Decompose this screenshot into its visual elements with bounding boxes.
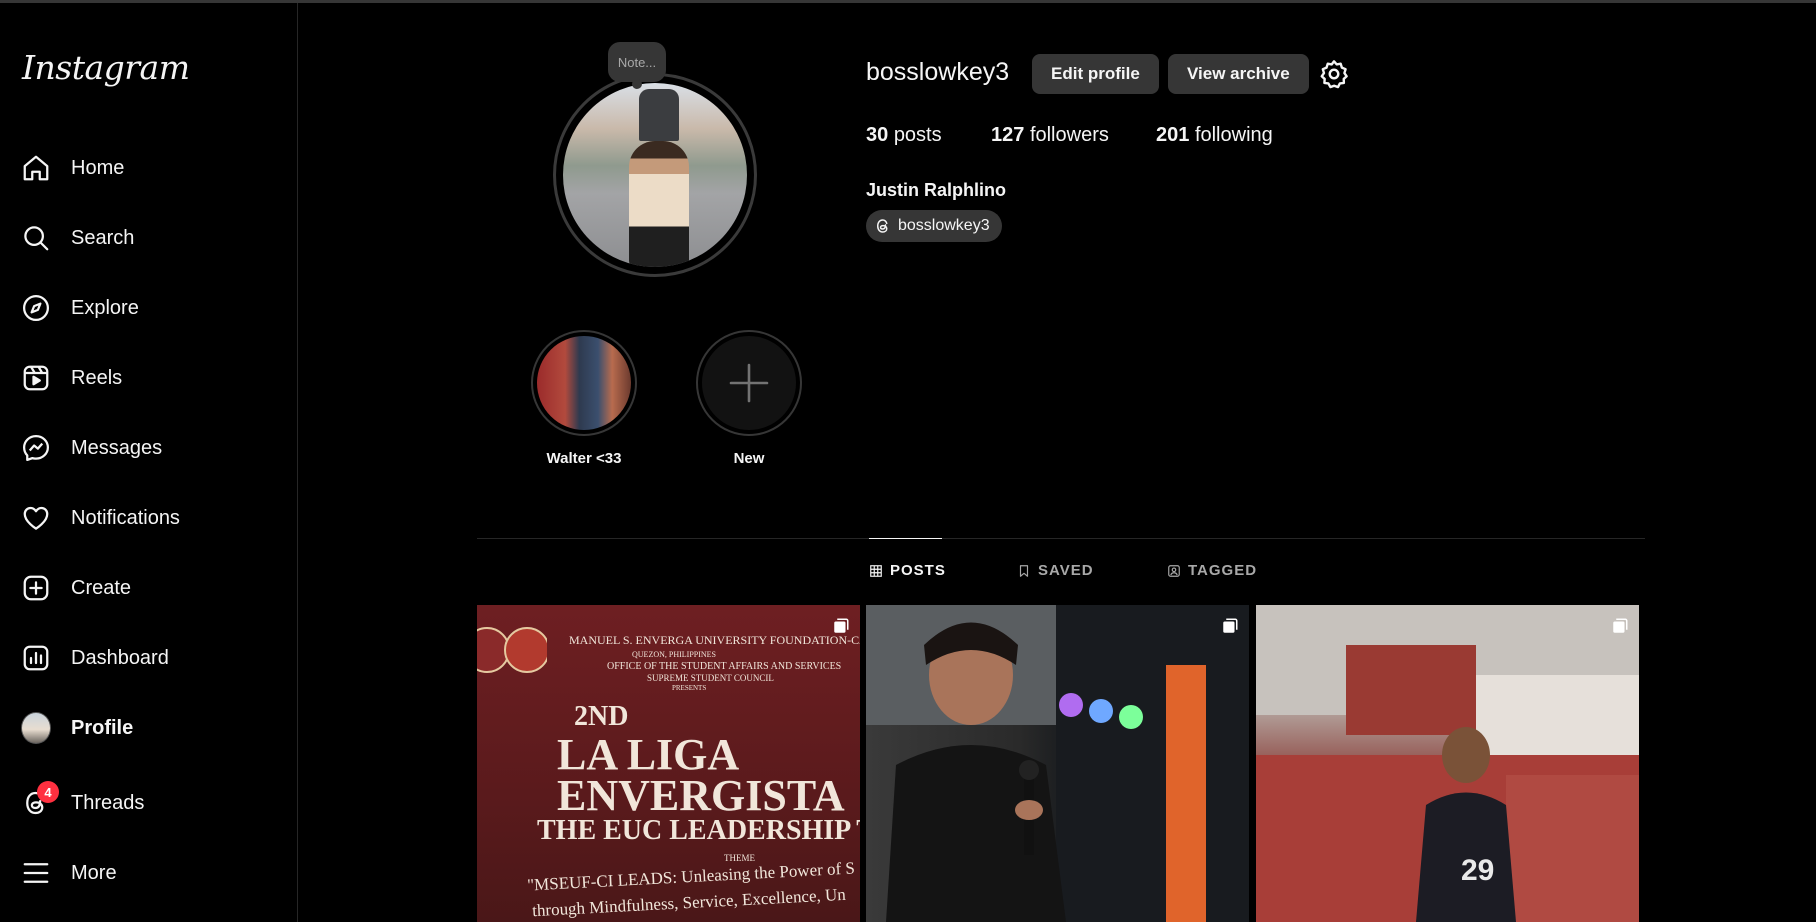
plus-icon xyxy=(729,363,769,403)
university-seals xyxy=(477,627,547,673)
hamburger-icon xyxy=(21,858,51,888)
highlight-label: Walter <33 xyxy=(546,450,622,467)
view-archive-button[interactable]: View archive xyxy=(1168,54,1309,94)
dashboard-icon xyxy=(21,643,51,673)
sidebar: Instagram Home Search Explore Reels Mess… xyxy=(0,3,298,922)
highlight-new[interactable] xyxy=(696,330,802,436)
sidebar-item-dashboard[interactable]: Dashboard xyxy=(14,630,282,686)
profile-username: bosslowkey3 xyxy=(866,58,1010,86)
sidebar-item-label: Dashboard xyxy=(71,646,169,669)
grid-icon xyxy=(870,564,882,577)
photo-person xyxy=(629,141,689,267)
settings-gear-icon[interactable] xyxy=(1318,58,1350,90)
highlight-new-cover xyxy=(702,336,796,430)
tab-label: POSTS xyxy=(890,562,946,579)
post-text: QUEZON, PHILIPPINES xyxy=(632,650,716,659)
post-text: PRESENTS xyxy=(672,684,707,692)
sidebar-item-label: Reels xyxy=(71,366,123,389)
sidebar-item-profile[interactable]: Profile xyxy=(14,700,282,756)
profile-photo xyxy=(563,83,747,267)
followers-count: 127 xyxy=(991,124,1025,146)
messenger-icon xyxy=(21,433,51,463)
sidebar-item-more[interactable]: More xyxy=(14,845,282,901)
tab-posts[interactable]: POSTS xyxy=(869,562,946,579)
plus-square-icon xyxy=(21,573,51,603)
carousel-icon xyxy=(1613,618,1628,633)
post-text: MANUEL S. ENVERGA UNIVERSITY FOUNDATION-… xyxy=(569,633,860,647)
carousel-icon xyxy=(834,618,849,633)
sidebar-item-label: Create xyxy=(71,576,132,599)
post-text: THEME xyxy=(724,853,755,863)
tagged-icon xyxy=(1168,564,1180,577)
threads-link[interactable]: bosslowkey3 xyxy=(866,210,1002,242)
posts-count: 30 xyxy=(866,124,889,146)
note-bubble[interactable]: Note... xyxy=(608,42,666,89)
avatar xyxy=(21,712,51,744)
instagram-logo[interactable]: Instagram xyxy=(22,48,190,87)
post-photo: 29 xyxy=(1256,605,1639,922)
post-photo xyxy=(866,605,1249,922)
sidebar-item-reels[interactable]: Reels xyxy=(14,350,282,406)
edit-profile-button[interactable]: Edit profile xyxy=(1032,54,1159,94)
post-thumbnail[interactable]: MANUEL S. ENVERGA UNIVERSITY FOUNDATION-… xyxy=(477,605,860,922)
sidebar-item-explore[interactable]: Explore xyxy=(14,280,282,336)
heart-icon xyxy=(21,503,51,533)
bookmark-icon xyxy=(1019,564,1029,577)
home-icon xyxy=(21,153,51,183)
profile-avatar-icon xyxy=(21,712,51,744)
sidebar-item-label: Search xyxy=(71,226,135,249)
threads-icon xyxy=(876,219,888,233)
carousel-icon xyxy=(1223,618,1238,633)
tab-tagged[interactable]: TAGGED xyxy=(1167,562,1257,579)
following-label: following xyxy=(1194,124,1273,146)
photo-statue xyxy=(639,89,679,141)
sidebar-item-label: Profile xyxy=(71,716,134,739)
active-tab-indicator xyxy=(869,538,942,539)
post-text: SUPREME STUDENT COUNCIL xyxy=(647,673,774,683)
threads-icon: 4 xyxy=(21,781,59,818)
sidebar-item-notifications[interactable]: Notifications xyxy=(14,490,282,546)
highlight-label: New xyxy=(733,450,765,467)
tabs-divider xyxy=(477,538,1645,539)
following-stat[interactable]: 201 following xyxy=(1156,124,1273,147)
sidebar-item-threads[interactable]: 4 Threads xyxy=(14,775,282,831)
post-thumbnail[interactable] xyxy=(866,605,1249,922)
followers-stat[interactable]: 127 followers xyxy=(991,124,1109,147)
post-text: THE EUC LEADERSHIP T xyxy=(537,815,860,846)
followers-label: followers xyxy=(1029,124,1109,146)
sidebar-item-label: Explore xyxy=(71,296,139,319)
sidebar-item-label: Threads xyxy=(71,791,145,814)
post-text: ENVERGISTA xyxy=(557,771,845,820)
sidebar-item-home[interactable]: Home xyxy=(14,140,282,196)
following-count: 201 xyxy=(1156,124,1190,146)
tab-saved[interactable]: SAVED xyxy=(1017,562,1094,579)
tab-label: SAVED xyxy=(1038,562,1094,579)
explore-icon xyxy=(21,293,51,323)
sidebar-item-label: Messages xyxy=(71,436,163,459)
sidebar-item-create[interactable]: Create xyxy=(14,560,282,616)
reels-icon xyxy=(21,363,51,393)
tab-label: TAGGED xyxy=(1188,562,1258,579)
sidebar-item-label: Home xyxy=(71,156,125,179)
highlight-walter[interactable] xyxy=(531,330,637,436)
profile-full-name: Justin Ralphlino xyxy=(866,180,1007,200)
sidebar-item-messages[interactable]: Messages xyxy=(14,420,282,476)
threads-handle: bosslowkey3 xyxy=(898,217,990,234)
sidebar-item-label: Notifications xyxy=(71,506,180,529)
highlight-cover xyxy=(537,336,631,430)
posts-stat: 30 posts xyxy=(866,124,942,147)
profile-avatar[interactable] xyxy=(553,73,757,277)
svg-text:29: 29 xyxy=(1461,854,1494,887)
post-thumbnail[interactable]: 29 xyxy=(1256,605,1639,922)
sidebar-item-search[interactable]: Search xyxy=(14,210,282,266)
posts-label: posts xyxy=(893,124,942,146)
notification-badge: 4 xyxy=(37,781,59,803)
post-text: OFFICE OF THE STUDENT AFFAIRS AND SERVIC… xyxy=(607,661,842,672)
search-icon xyxy=(21,223,51,253)
sidebar-item-label: More xyxy=(71,861,117,884)
